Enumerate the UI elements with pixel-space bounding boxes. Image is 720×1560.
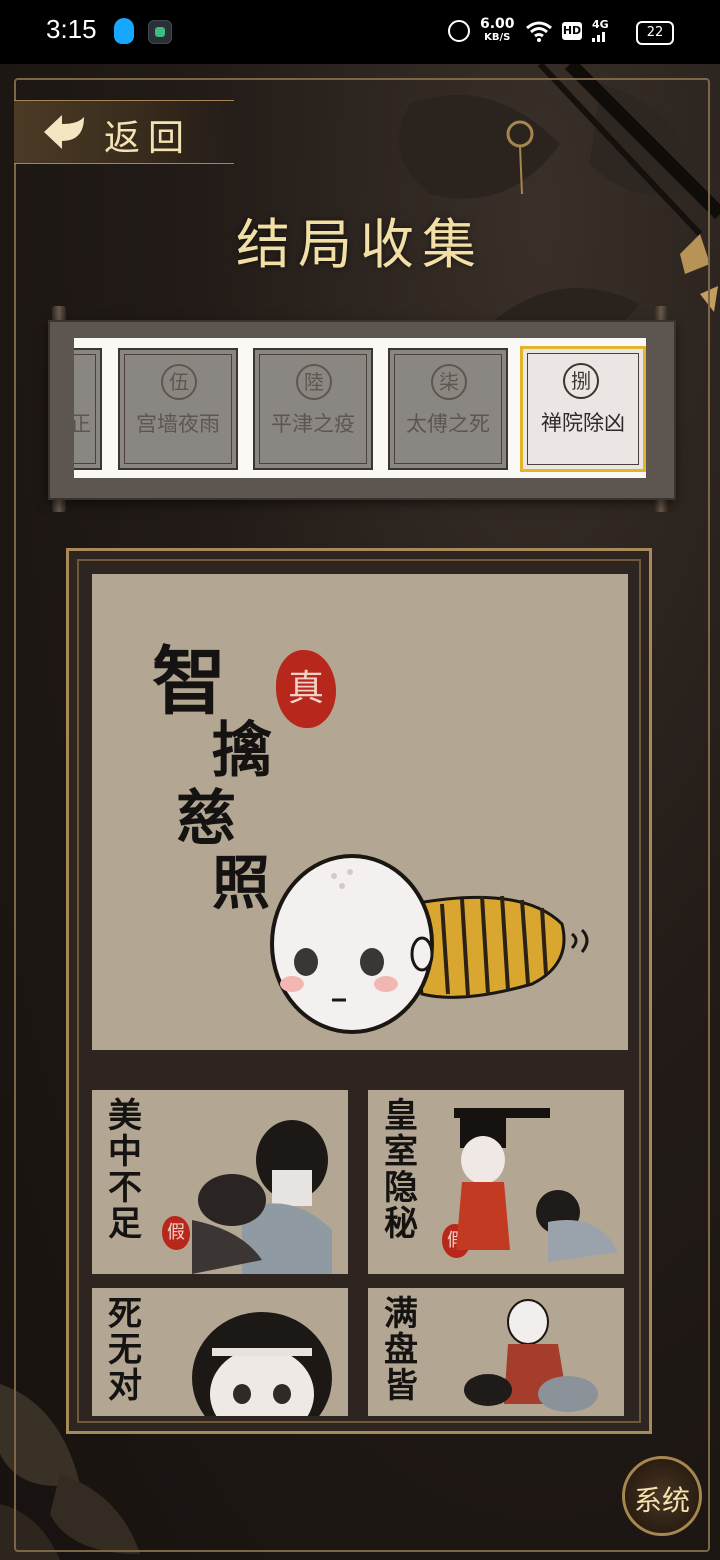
ending-tab-6[interactable]: 陸 平津之疫 — [253, 348, 373, 470]
thumbnail-illustration — [192, 1120, 332, 1274]
ending-thumbnail[interactable]: 美中不足 假 — [92, 1090, 348, 1274]
ending-tab-seal: 捌 — [563, 363, 599, 399]
monk-illustration — [270, 854, 589, 1034]
page-title: 结局收集 — [236, 213, 484, 276]
system-button[interactable]: 系统 — [622, 1456, 702, 1536]
status-time: 3:15 — [46, 14, 97, 44]
true-ending-stamp: 真 — [276, 650, 336, 728]
ending-tab-label: 正 — [74, 412, 91, 436]
signal-icon — [592, 32, 605, 42]
ending-thumbnail[interactable]: 死无对 — [92, 1288, 348, 1416]
ending-tab-seal: 柒 — [431, 364, 467, 400]
network-speed-unit: KB/S — [484, 32, 511, 43]
wifi-icon — [526, 21, 552, 42]
ending-thumbnail-title: 皇室隐秘 — [384, 1096, 418, 1244]
thumbnail-illustration — [464, 1299, 598, 1412]
ending-tab-list[interactable]: 正 伍 宫墙夜雨 陸 平津之疫 柒 太傅之死 捌 禅院除凶 — [74, 338, 646, 478]
ending-thumbnail-title: 死无对 — [108, 1294, 142, 1406]
ending-tab-8-active[interactable]: 捌 禅院除凶 — [520, 346, 646, 472]
ending-thumbnail-title: 美中不足 — [108, 1096, 142, 1244]
qq-notification-icon — [114, 18, 134, 44]
network-speed: 6.00 KB/S — [480, 17, 515, 45]
thumbnail-illustration — [192, 1312, 332, 1416]
battery-icon: 22 — [636, 21, 674, 45]
system-button-label: 系统 — [633, 1484, 690, 1517]
ending-tab-label: 宫墙夜雨 — [136, 412, 220, 436]
alarm-icon — [448, 20, 470, 42]
main-ending-card[interactable]: 智 擒 慈 照 真 — [92, 574, 628, 1050]
ending-tab-seal: 伍 — [161, 364, 197, 400]
network-speed-value: 6.00 — [480, 16, 515, 32]
ending-tab-label: 禅院除凶 — [541, 411, 625, 435]
app-notification-icon — [148, 20, 172, 44]
ending-tab-partial[interactable]: 正 — [74, 348, 102, 470]
ending-thumbnail[interactable]: 满盘皆 — [368, 1288, 624, 1416]
back-arrow-icon — [44, 115, 84, 149]
ending-thumbnail[interactable]: 皇室隐秘 假 — [368, 1090, 624, 1274]
ending-tab-7[interactable]: 柒 太傅之死 — [388, 348, 508, 470]
ending-thumbnail-title: 满盘皆 — [384, 1294, 418, 1406]
ending-tab-5[interactable]: 伍 宫墙夜雨 — [118, 348, 238, 470]
ending-tab-seal: 陸 — [296, 364, 332, 400]
thumbnail-illustration — [454, 1108, 618, 1262]
ending-tab-label: 太傅之死 — [406, 412, 490, 436]
back-label: 返回 — [104, 118, 193, 159]
hd-icon: HD — [562, 22, 582, 40]
ending-tab-label: 平津之疫 — [271, 412, 355, 436]
status-bar: 3:15 6.00 KB/S HD 4G 22 — [0, 0, 720, 64]
back-button[interactable]: 返回 — [14, 100, 234, 164]
